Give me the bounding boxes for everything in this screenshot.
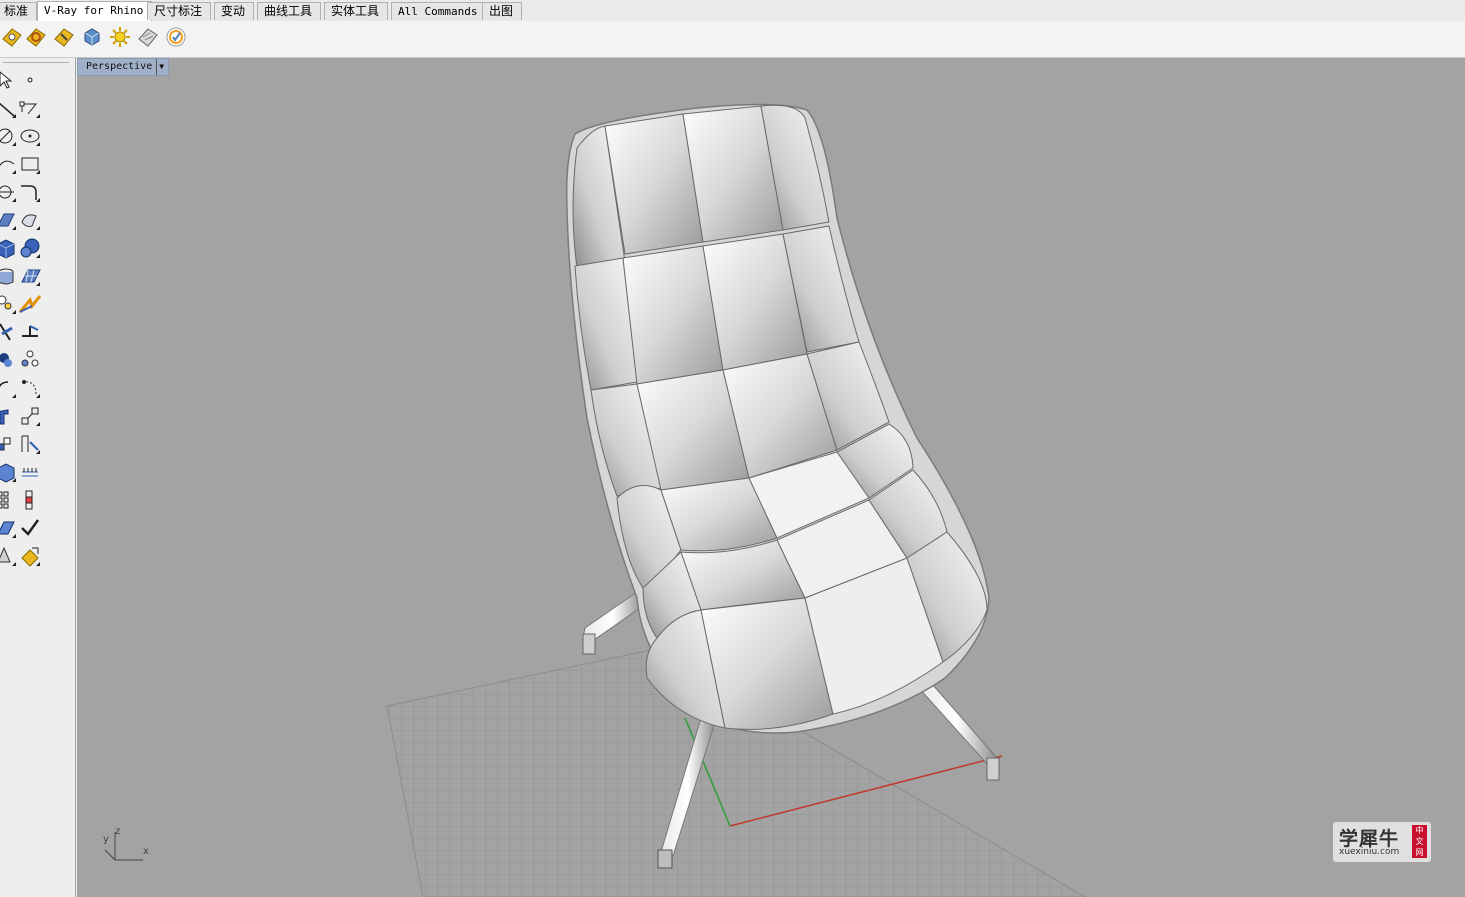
toolbar-tabs: 标准 V-Ray for Rhino 尺寸标注 变动 曲线工具 实体工具 All… (0, 0, 1465, 22)
paint-icon[interactable] (18, 544, 42, 568)
circle-icon[interactable] (0, 124, 18, 148)
tab-standard[interactable]: 标准 (0, 2, 38, 20)
vray-light-icon[interactable] (108, 25, 132, 49)
axis-label-z: z (115, 826, 121, 837)
axis-label-x: x (143, 846, 149, 857)
vray-options-icon[interactable] (0, 25, 24, 49)
viewport-scene (386, 103, 1086, 897)
properties-icon[interactable] (0, 516, 18, 540)
mesh-icon[interactable] (0, 460, 18, 484)
select-icon[interactable] (0, 68, 18, 92)
array-icon[interactable] (0, 432, 18, 456)
vray-render-icon[interactable] (52, 25, 76, 49)
align-icon[interactable] (18, 432, 42, 456)
ellipse-icon[interactable] (18, 124, 42, 148)
extrude-icon[interactable] (0, 264, 18, 288)
check-icon[interactable] (18, 460, 42, 484)
perspective-viewport[interactable]: Perspective ▼ y z x 学犀牛 xuexiniu.com 中文网 (77, 58, 1465, 897)
split-icon[interactable] (18, 292, 42, 316)
explode-icon[interactable] (0, 292, 18, 316)
line-icon[interactable] (0, 96, 18, 120)
tab-curve-tools[interactable]: 曲线工具 (257, 2, 322, 20)
axis-label-y: y (103, 834, 109, 845)
copy-icon[interactable] (0, 404, 18, 428)
mirror-icon[interactable] (18, 404, 42, 428)
watermark-logo: 学犀牛 xuexiniu.com 中文网 (1333, 822, 1431, 862)
box-icon[interactable] (0, 236, 18, 260)
blend-icon[interactable] (18, 348, 42, 372)
polyline-icon[interactable] (18, 96, 42, 120)
trim-icon[interactable] (0, 320, 18, 344)
point-icon[interactable] (18, 68, 42, 92)
checkmark-icon[interactable] (18, 516, 42, 540)
loft-icon[interactable] (18, 264, 42, 288)
scale-icon[interactable] (18, 376, 42, 400)
analyze-icon[interactable] (0, 488, 18, 512)
tab-vray[interactable]: V-Ray for Rhino (37, 1, 153, 21)
vray-material-editor-icon[interactable] (24, 25, 48, 49)
render-icon[interactable] (18, 488, 42, 512)
material-icon[interactable] (0, 544, 18, 568)
sidebar-divider (3, 62, 69, 63)
tab-all-commands[interactable]: All Commands (391, 2, 487, 20)
surface-icon[interactable] (0, 208, 18, 232)
vray-plane-icon[interactable] (136, 25, 160, 49)
group-icon[interactable] (0, 348, 18, 372)
tab-transform[interactable]: 变动 (214, 2, 255, 20)
fillet-curve-icon[interactable] (18, 180, 42, 204)
tab-solid-tools[interactable]: 实体工具 (324, 2, 389, 20)
sphere-icon[interactable] (18, 236, 42, 260)
move-icon[interactable] (0, 376, 18, 400)
main-toolbar-sidebar (0, 58, 76, 897)
vray-help-icon[interactable] (164, 25, 188, 49)
boolean-icon[interactable] (18, 320, 42, 344)
tab-dimension[interactable]: 尺寸标注 (147, 2, 212, 20)
vray-toolbar (0, 21, 1465, 58)
rectangle-icon[interactable] (18, 152, 42, 176)
revolve-icon[interactable] (18, 208, 42, 232)
watermark-url: xuexiniu.com (1339, 847, 1400, 857)
arc-icon[interactable] (0, 152, 18, 176)
watermark-badge: 中文网 (1412, 825, 1427, 858)
vray-frame-buffer-icon[interactable] (80, 25, 104, 49)
tab-drafting[interactable]: 出图 (482, 2, 523, 20)
curve-icon[interactable] (0, 180, 18, 204)
